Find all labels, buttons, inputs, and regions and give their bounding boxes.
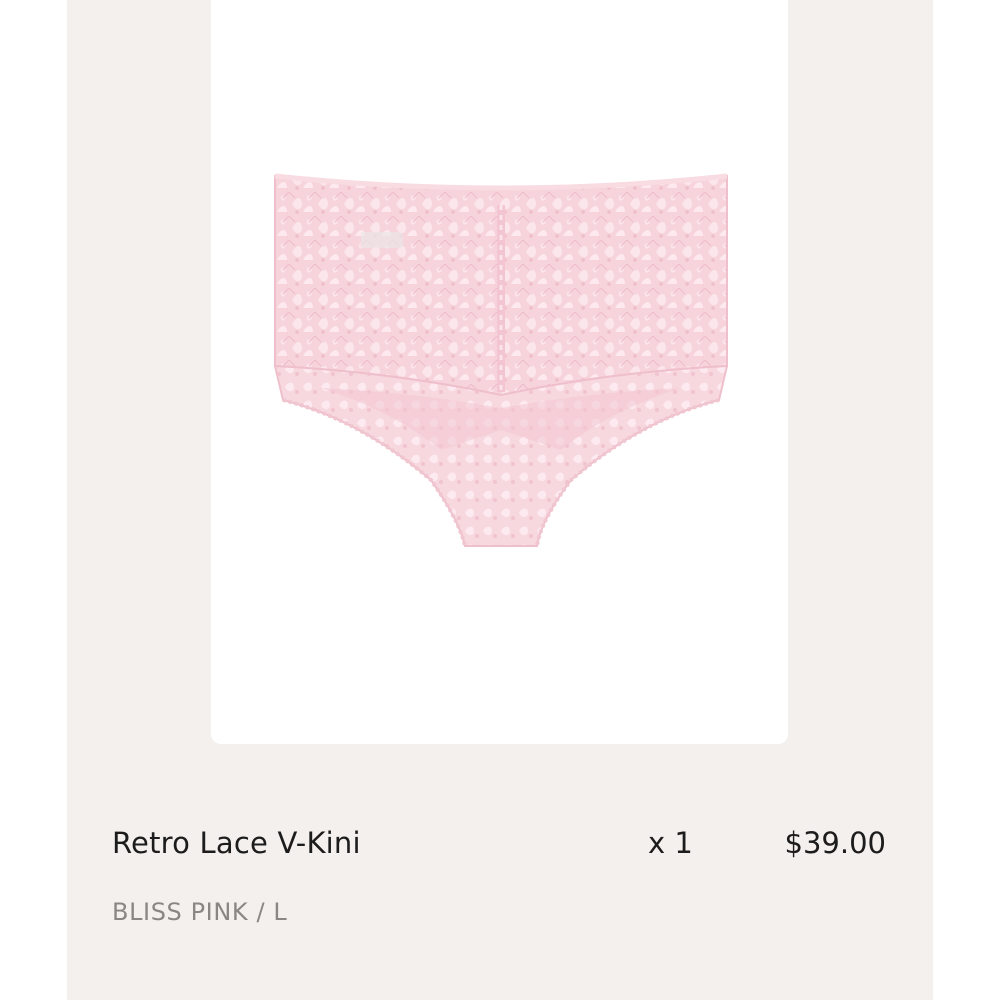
product-price: $39.00 [784,826,886,860]
product-variant: BLISS PINK / L [112,898,288,926]
product-photo-icon [273,173,729,547]
order-summary-screen: Retro Lace V-Kini x 1 $39.00 BLISS PINK … [0,0,1000,1000]
product-name: Retro Lace V-Kini [112,826,361,860]
product-image-card[interactable] [211,0,788,744]
product-quantity: x 1 [648,826,693,860]
